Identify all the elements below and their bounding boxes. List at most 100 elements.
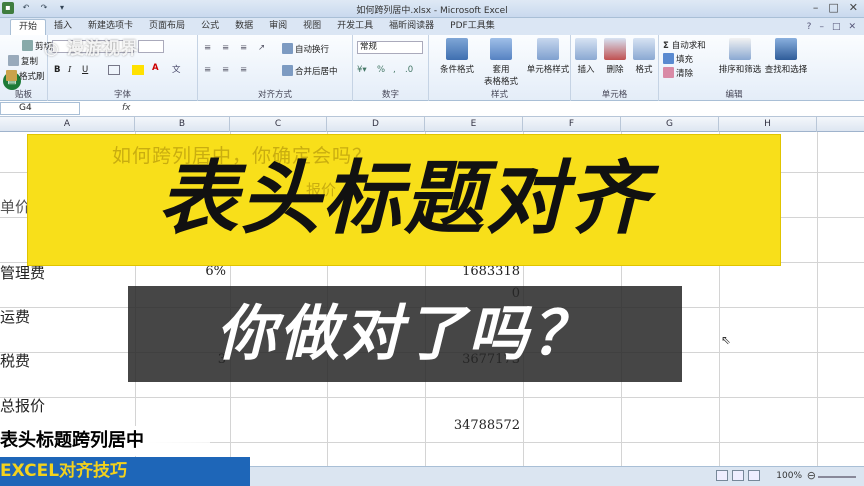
insert-button[interactable]: 插入 — [571, 38, 601, 75]
fx-icon[interactable]: fx — [122, 103, 131, 113]
cell-style-button[interactable]: 单元格样式 — [525, 38, 571, 75]
copy-button[interactable]: 复制 — [8, 55, 38, 67]
group-editing: Σ 自动求和 填充 清除 排序和筛选 查找和选择 编辑 — [659, 35, 809, 101]
font-size-select[interactable] — [138, 40, 164, 53]
number-format-select[interactable]: 常规 — [357, 41, 423, 54]
wrap-icon — [282, 43, 293, 54]
format-painter-button[interactable]: 格式刷 — [6, 70, 45, 82]
col-header-b[interactable]: B — [135, 117, 230, 132]
autosum-button[interactable]: Σ 自动求和 — [663, 39, 706, 51]
group-label-number: 数字 — [381, 90, 399, 100]
font-color-icon[interactable]: A — [152, 63, 159, 73]
binoculars-icon — [775, 38, 797, 60]
conditional-format-button[interactable]: 条件格式 — [437, 38, 477, 75]
align-right-icon[interactable]: ≡ — [240, 65, 247, 75]
border-icon[interactable] — [108, 65, 120, 75]
cell-e-total: 34788572 — [453, 418, 520, 433]
maximize-icon[interactable]: □ — [828, 1, 838, 14]
window-title: 如何跨列居中.xlsx - Microsoft Excel — [356, 6, 508, 16]
close-icon[interactable]: ✕ — [849, 1, 858, 14]
format-icon — [633, 38, 655, 60]
minimize-icon[interactable]: – — [813, 1, 819, 14]
eraser-icon — [663, 67, 674, 78]
tab-home[interactable]: 开始 — [10, 19, 47, 35]
page-break-view-icon[interactable] — [748, 470, 760, 481]
align-top-icon[interactable]: ≡ — [204, 43, 211, 53]
find-select-button[interactable]: 查找和选择 — [763, 38, 809, 75]
group-label-editing: 编辑 — [725, 90, 743, 100]
normal-view-icon[interactable] — [716, 470, 728, 481]
italic-button[interactable]: I — [68, 65, 71, 75]
subline-text: 你做对了吗？ — [216, 299, 594, 369]
clear-button[interactable]: 清除 — [663, 67, 693, 79]
tab-view[interactable]: 视图 — [295, 19, 329, 35]
window-controls: – □ ✕ — [813, 1, 858, 14]
sigma-icon: Σ — [663, 41, 672, 51]
merge-center-button[interactable]: 合并后居中 — [282, 65, 338, 77]
col-header-e[interactable]: E — [425, 117, 523, 132]
col-header-d[interactable]: D — [327, 117, 425, 132]
sort-filter-button[interactable]: 排序和筛选 — [717, 38, 763, 75]
tab-review[interactable]: 审阅 — [261, 19, 295, 35]
delete-button[interactable]: 删除 — [600, 38, 630, 75]
fill-button[interactable]: 填充 — [663, 53, 693, 65]
fill-down-icon — [663, 53, 674, 64]
merge-icon — [282, 65, 293, 76]
col-header-h[interactable]: H — [719, 117, 817, 132]
tab-insert[interactable]: 插入 — [46, 19, 80, 35]
col-header-a[interactable]: A — [0, 117, 135, 132]
copy-icon — [8, 55, 19, 66]
ribbon-minimize-icon[interactable]: – — [819, 19, 824, 35]
help-icon[interactable]: ? — [807, 19, 812, 35]
tab-formulas[interactable]: 公式 — [193, 19, 227, 35]
group-label-cells: 单元格 — [601, 90, 628, 100]
col-header-c[interactable]: C — [230, 117, 327, 132]
bold-button[interactable]: B — [54, 65, 60, 75]
wrap-text-button[interactable]: 自动换行 — [282, 43, 329, 55]
tab-foxit[interactable]: 福昕阅读器 — [381, 19, 442, 35]
subline-banner: 你做对了吗？ — [128, 286, 682, 382]
fill-color-icon[interactable] — [132, 65, 144, 75]
gridline-h — [0, 397, 864, 398]
cell-a-tax: 税费 — [0, 352, 31, 370]
view-buttons — [716, 470, 760, 481]
column-headers: A B C D E F G H — [0, 117, 864, 132]
col-header-extra[interactable] — [817, 117, 864, 132]
tab-pdf[interactable]: PDF工具集 — [442, 19, 503, 35]
align-center-icon[interactable]: ≡ — [222, 65, 229, 75]
underline-button[interactable]: U — [82, 65, 88, 75]
cell-a-total: 总报价 — [0, 397, 46, 415]
tab-developer[interactable]: 开发工具 — [329, 19, 381, 35]
decimal-icon[interactable]: .0 — [405, 65, 413, 75]
currency-icon[interactable]: ¥▾ — [357, 65, 367, 75]
mouse-cursor-icon: ⇖ — [721, 333, 732, 347]
font-settings-icon[interactable]: 文 — [172, 63, 181, 75]
align-middle-icon[interactable]: ≡ — [222, 43, 229, 53]
align-left-icon[interactable]: ≡ — [204, 65, 211, 75]
group-label-font: 字体 — [113, 90, 131, 100]
name-box[interactable]: G4 — [0, 102, 80, 115]
col-header-f[interactable]: F — [523, 117, 621, 132]
zoom-level[interactable]: 100% — [776, 471, 802, 481]
comma-icon[interactable]: , — [393, 65, 396, 75]
format-button[interactable]: 格式 — [629, 38, 659, 75]
align-bottom-icon[interactable]: ≡ — [240, 43, 247, 53]
percent-icon[interactable]: % — [377, 65, 385, 75]
delete-icon — [604, 38, 626, 60]
col-header-g[interactable]: G — [621, 117, 719, 132]
tab-new[interactable]: 新建选项卡 — [80, 19, 141, 35]
zoom-slider[interactable] — [818, 476, 856, 478]
ribbon-restore-icon[interactable]: □ — [832, 19, 841, 35]
orientation-icon[interactable]: ↗ — [258, 43, 265, 53]
table-format-button[interactable]: 套用 表格格式 — [481, 38, 521, 87]
group-cells: 插入 删除 格式 单元格 — [571, 35, 659, 101]
group-label-alignment: 对齐方式 — [257, 90, 292, 100]
page-layout-view-icon[interactable] — [732, 470, 744, 481]
ribbon-close-icon[interactable]: ✕ — [848, 19, 856, 35]
ribbon-tabs: 开始 插入 新建选项卡 页面布局 公式 数据 审阅 视图 开发工具 福昕阅读器 … — [0, 18, 864, 35]
caption-line-1: 表头标题跨列居中 — [0, 426, 210, 456]
tab-page-layout[interactable]: 页面布局 — [141, 19, 193, 35]
zoom-out-icon[interactable]: ⊖ — [807, 469, 816, 482]
group-label-clipboard: 贴板 — [14, 90, 32, 100]
tab-data[interactable]: 数据 — [227, 19, 261, 35]
